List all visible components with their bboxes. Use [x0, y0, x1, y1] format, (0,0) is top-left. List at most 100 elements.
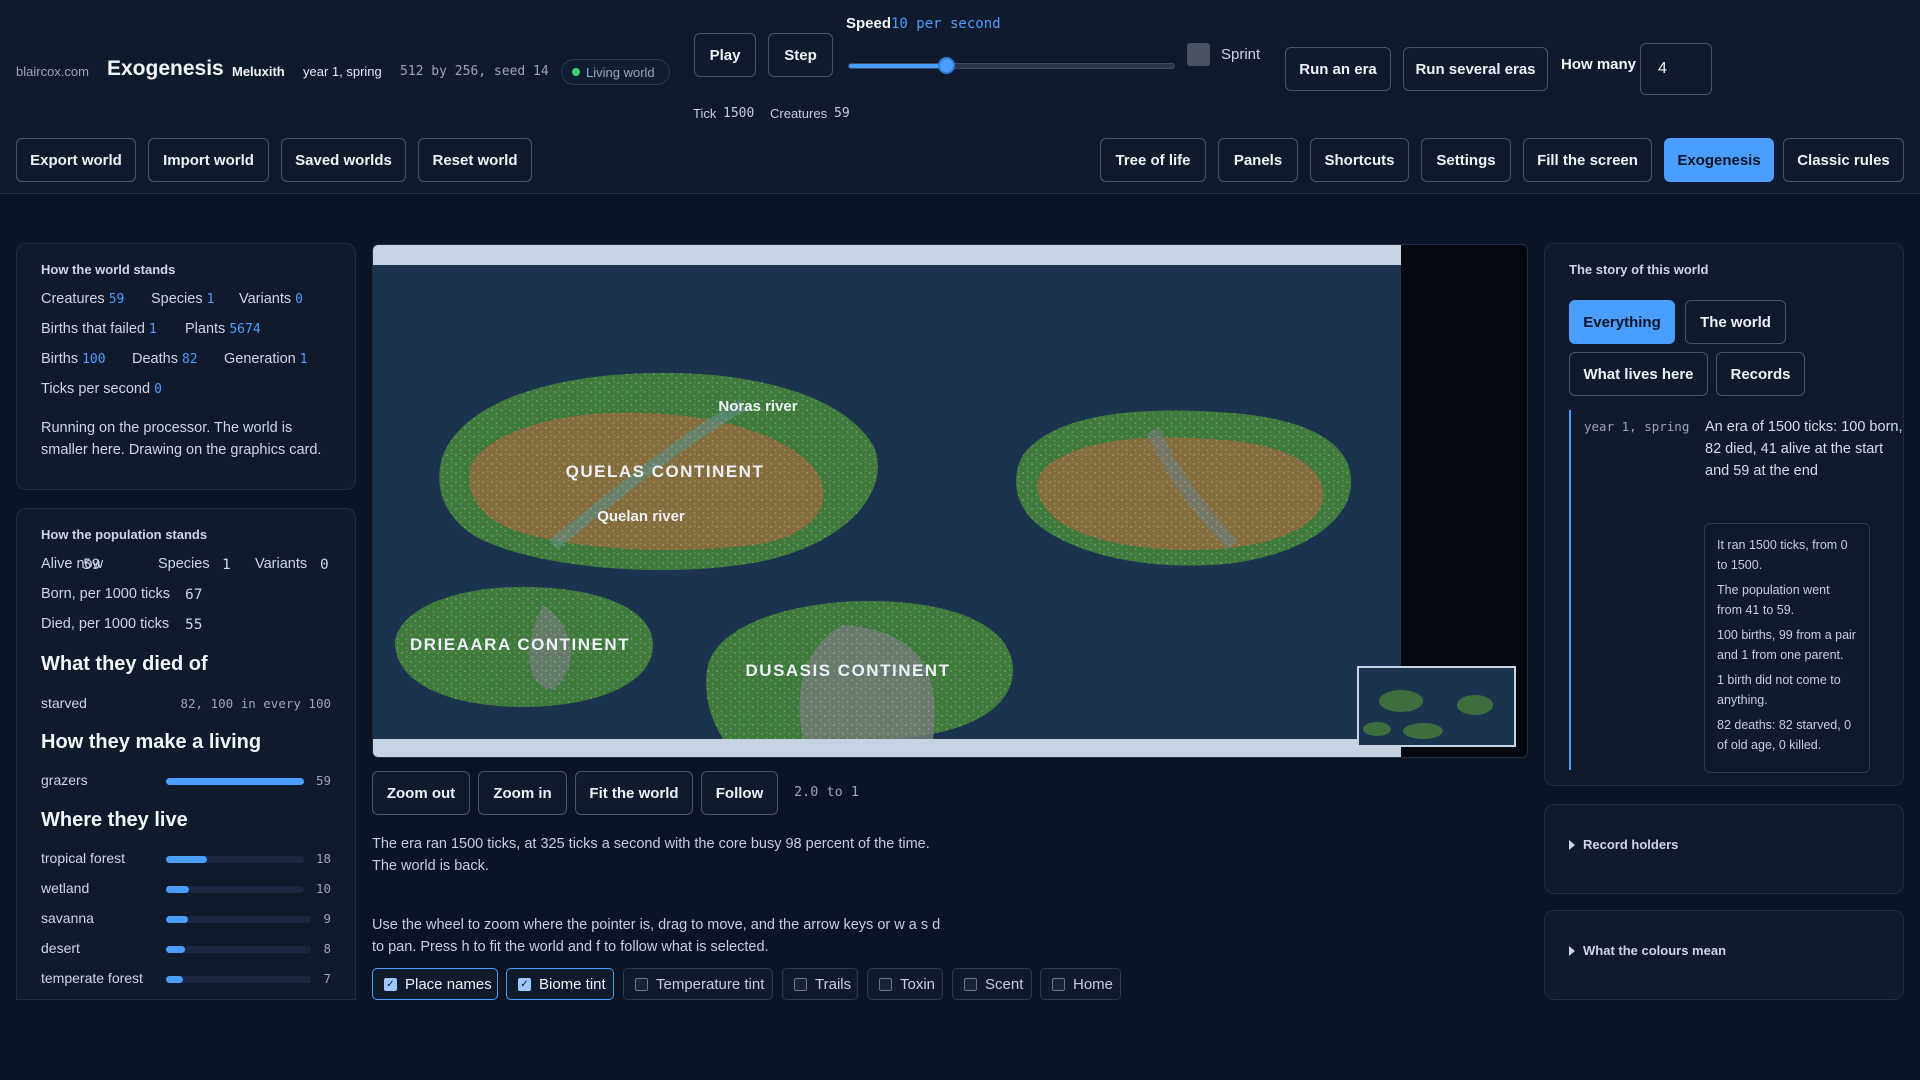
- checkbox-icon: [879, 977, 892, 991]
- stat-label: Ticks per second: [41, 381, 151, 397]
- map-label-noras-river: Noras river: [718, 398, 797, 415]
- site-name[interactable]: blaircox.com: [16, 64, 89, 79]
- colours-toggle[interactable]: What the colours mean: [1569, 943, 1726, 958]
- how-many-label: How many: [1561, 56, 1637, 73]
- world-map[interactable]: Noras river QUELAS CONTINENT Quelan rive…: [372, 244, 1528, 758]
- speed-slider-thumb[interactable]: [938, 57, 956, 74]
- stat-value: 82: [181, 352, 198, 367]
- story-entry-text: An era of 1500 ticks: 100 born, 82 died,…: [1705, 419, 1903, 479]
- era-report-line1: The era ran 1500 ticks, at 325 ticks a s…: [372, 836, 930, 852]
- map-label-dusasis-continent: DUSASIS CONTINENT: [746, 661, 951, 680]
- import-world-button[interactable]: Import world: [148, 138, 269, 182]
- toggle-scent[interactable]: Scent: [952, 968, 1032, 1000]
- pop-died-value: 55: [185, 617, 203, 633]
- tree-of-life-button[interactable]: Tree of life: [1100, 138, 1206, 182]
- stat-label: Species: [151, 291, 203, 307]
- tab-the-world[interactable]: The world: [1685, 300, 1786, 344]
- checkbox-icon: [635, 977, 648, 991]
- where-bar-fill: [166, 886, 190, 893]
- toggle-temperature-tint[interactable]: Temperature tint: [623, 968, 773, 1000]
- world-map-canvas[interactable]: Noras river QUELAS CONTINENT Quelan rive…: [373, 245, 1528, 758]
- where-bar-fill: [166, 976, 184, 983]
- follow-button[interactable]: Follow: [701, 771, 778, 815]
- minimap[interactable]: [1357, 666, 1516, 747]
- map-label-quelas-continent: QUELAS CONTINENT: [566, 462, 765, 481]
- how-many-input[interactable]: [1640, 43, 1712, 95]
- toggle-place-names[interactable]: ✓ Place names: [372, 968, 498, 1000]
- record-holders-label: Record holders: [1583, 837, 1679, 852]
- stat-ticks-per-second: Ticks per second 0: [41, 381, 162, 397]
- sprint-checkbox[interactable]: [1187, 43, 1210, 66]
- tab-what-lives-here[interactable]: What lives here: [1569, 352, 1708, 396]
- speed-slider[interactable]: [848, 63, 1175, 69]
- zoom-in-button[interactable]: Zoom in: [478, 771, 567, 815]
- classic-rules-button[interactable]: Classic rules: [1783, 138, 1904, 182]
- render-note-line2: smaller here. Drawing on the graphics ca…: [41, 442, 322, 458]
- story-detail: 82 deaths: 82 starved, 0 of old age, 0 k…: [1717, 718, 1852, 752]
- where-label: tropical forest: [41, 850, 126, 866]
- creatures-value: 59: [834, 106, 850, 121]
- stat-label: Plants: [185, 321, 226, 337]
- story-detail: The population went from 41 to 59.: [1717, 583, 1830, 617]
- settings-button[interactable]: Settings: [1421, 138, 1511, 182]
- zoom-out-button[interactable]: Zoom out: [372, 771, 470, 815]
- caret-right-icon: [1569, 945, 1575, 956]
- help-line1: Use the wheel to zoom where the pointer …: [372, 917, 941, 933]
- toggle-trails[interactable]: Trails: [782, 968, 858, 1000]
- checkbox-icon: [794, 977, 807, 991]
- population-title: How the population stands: [41, 527, 208, 542]
- saved-worlds-button[interactable]: Saved worlds: [281, 138, 406, 182]
- world-dimensions: 512 by 256, seed 14: [400, 64, 549, 79]
- run-several-eras-button[interactable]: Run several eras: [1403, 47, 1548, 91]
- story-detail: 1 birth did not come to anything.: [1717, 673, 1841, 707]
- stat-value: 59: [108, 292, 125, 307]
- record-holders-panel[interactable]: Record holders: [1544, 804, 1904, 894]
- stat-births: Births 100: [41, 351, 106, 367]
- stat-variants: Variants 0: [239, 291, 303, 307]
- where-value: 10: [315, 881, 331, 896]
- run-era-button[interactable]: Run an era: [1285, 47, 1391, 91]
- stat-label: Births: [41, 351, 79, 367]
- checkbox-icon: [1052, 977, 1065, 991]
- export-world-button[interactable]: Export world: [16, 138, 136, 182]
- zoom-readout: 2.0 to 1: [794, 784, 860, 800]
- stat-value: 1: [299, 352, 308, 367]
- toggle-label: Home: [1073, 975, 1114, 993]
- step-button[interactable]: Step: [768, 33, 833, 77]
- toggle-biome-tint[interactable]: ✓ Biome tint: [506, 968, 614, 1000]
- story-title: The story of this world: [1569, 262, 1709, 277]
- record-holders-toggle[interactable]: Record holders: [1569, 837, 1678, 852]
- story-entry-date: year 1, spring: [1584, 419, 1690, 434]
- where-value: 7: [323, 971, 331, 986]
- toggle-label: Temperature tint: [656, 975, 765, 993]
- pop-born-value: 67: [185, 587, 203, 603]
- toggle-toxin[interactable]: Toxin: [867, 968, 943, 1000]
- stat-creatures: Creatures 59: [41, 291, 124, 307]
- speed-label: Speed: [846, 15, 892, 32]
- living-bar-fill: [166, 778, 304, 785]
- checkbox-checked-icon: ✓: [384, 977, 397, 991]
- colours-panel[interactable]: What the colours mean: [1544, 910, 1904, 1000]
- tab-everything[interactable]: Everything: [1569, 300, 1675, 344]
- era-report-line2: The world is back.: [372, 858, 489, 874]
- tab-records[interactable]: Records: [1716, 352, 1805, 396]
- sprint-label: Sprint: [1221, 46, 1261, 63]
- living-heading: How they make a living: [41, 731, 262, 753]
- pop-variants-label: Variants: [255, 556, 308, 572]
- shortcuts-button[interactable]: Shortcuts: [1310, 138, 1409, 182]
- fill-screen-button[interactable]: Fill the screen: [1523, 138, 1652, 182]
- stat-generation: Generation 1: [224, 351, 308, 367]
- stat-deaths: Deaths 82: [132, 351, 198, 367]
- where-value: 9: [323, 911, 331, 926]
- exogenesis-mode-button[interactable]: Exogenesis: [1664, 138, 1774, 182]
- story-timeline-line: [1569, 410, 1571, 770]
- pop-variants-value: 0: [320, 557, 329, 573]
- toggle-home[interactable]: Home: [1040, 968, 1121, 1000]
- play-button[interactable]: Play: [694, 33, 756, 77]
- fit-world-button[interactable]: Fit the world: [575, 771, 693, 815]
- where-label: wetland: [41, 880, 90, 896]
- caret-right-icon: [1569, 839, 1575, 850]
- panels-button[interactable]: Panels: [1218, 138, 1298, 182]
- died-of-value: 82, 100 in every 100: [180, 696, 331, 711]
- reset-world-button[interactable]: Reset world: [418, 138, 532, 182]
